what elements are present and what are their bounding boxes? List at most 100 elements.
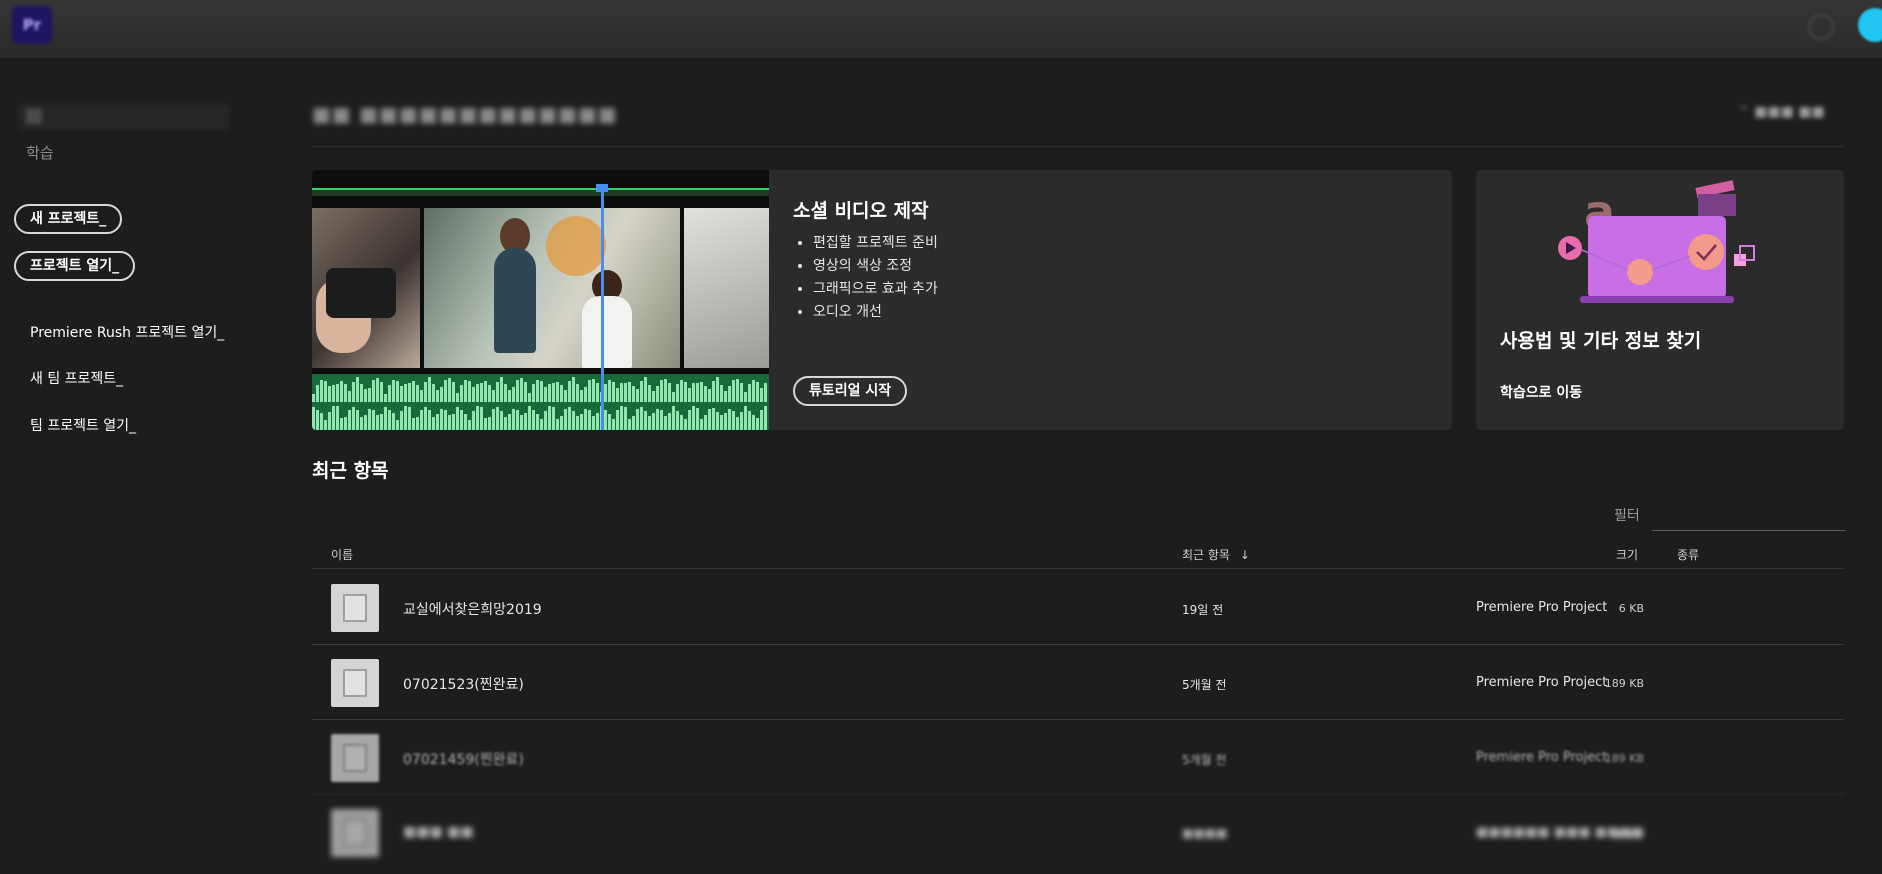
waveform-bar (708, 408, 711, 430)
waveform-bar (484, 418, 487, 430)
new-team-project-link[interactable]: 새 팀 프로젝트_ (30, 368, 123, 388)
waveform-bar (656, 386, 659, 402)
table-row[interactable]: 07021459(찐완료) 5개월 전 189 KB Premiere Pro … (312, 720, 1844, 795)
open-rush-project-link[interactable]: Premiere Rush 프로젝트 열기_ (30, 322, 224, 342)
search-icon[interactable] (1808, 14, 1834, 40)
waveform-bar (328, 385, 331, 402)
waveform-bar (584, 409, 587, 430)
column-header-kind[interactable]: 종류 (1677, 546, 1699, 563)
waveform-bar (664, 378, 667, 402)
waveform-bar (336, 406, 339, 430)
waveform-bar (716, 411, 719, 430)
waveform-bar (452, 413, 455, 430)
waveform-bar (344, 384, 347, 402)
waveform-bar (472, 411, 475, 430)
column-header-name[interactable]: 이름 (331, 546, 353, 563)
waveform-bar (676, 383, 679, 402)
sidebar-item-learn[interactable]: 학습 (26, 142, 54, 163)
waveform-bar (748, 383, 751, 402)
file-name-blurred: ■■■ ■■ (403, 824, 474, 840)
waveform-bar (444, 380, 447, 402)
waveform-bar (756, 382, 759, 402)
waveform-bar (504, 416, 507, 430)
audio-track (312, 374, 769, 430)
waveform-bar (616, 387, 619, 402)
file-thumbnail (331, 809, 379, 857)
waveform-bar (552, 407, 555, 430)
file-name: 교실에서찾은희망2019 (403, 602, 542, 618)
waveform-bar (416, 416, 419, 430)
waveform-bar (544, 410, 547, 430)
waveform-bar (620, 406, 623, 430)
waveform-bar (648, 415, 651, 430)
waveform-bar (564, 389, 567, 402)
waveform-bar (392, 380, 395, 402)
waveform-bar (692, 382, 695, 402)
waveform-bar (712, 380, 715, 402)
waveform-bar (404, 384, 407, 402)
waveform-bar (388, 384, 391, 402)
start-tutorial-button[interactable]: 튜토리얼 시작 (793, 376, 908, 406)
waveform-bar (528, 392, 531, 402)
waveform-bar (452, 381, 455, 402)
waveform-bar (584, 386, 587, 402)
new-project-button[interactable]: 새 프로젝트_ (14, 204, 123, 234)
waveform-bar (624, 407, 627, 430)
waveform-bar (656, 409, 659, 430)
table-row[interactable]: 07021523(찐완료) 5개월 전 189 KB Premiere Pro … (312, 645, 1844, 720)
waveform-bar (428, 377, 431, 402)
waveform-bar (688, 410, 691, 430)
waveform-bar (704, 386, 707, 402)
waveform-bar (456, 393, 459, 402)
waveform-bar (436, 389, 439, 402)
waveform-bar (764, 382, 767, 402)
waveform-bar (624, 382, 627, 402)
waveform-bar (424, 381, 427, 402)
waveform-bar (696, 407, 699, 430)
go-to-learn-link[interactable]: 학습으로 이동 (1500, 382, 1582, 402)
waveform-bar (552, 383, 555, 402)
column-header-recent[interactable]: 최근 항목 ↓ (1182, 546, 1250, 563)
waveform-bar (740, 412, 743, 430)
waveform-bar (412, 417, 415, 430)
tutorial-step: 오디오 개선 (813, 301, 938, 324)
column-header-size[interactable]: 크기 (1616, 546, 1638, 563)
waveform-bar (364, 414, 367, 430)
video-track (312, 188, 769, 196)
waveform-bar (576, 384, 579, 402)
document-icon (343, 819, 367, 847)
sidebar-item-home[interactable] (18, 104, 230, 130)
waveform-bar (348, 390, 351, 402)
premiere-logo-icon[interactable]: Pr (12, 6, 52, 44)
waveform-bar (500, 377, 503, 402)
waveform-bar (312, 406, 315, 430)
waveform-bar (704, 415, 707, 430)
waveform-bar (744, 405, 747, 430)
tutorial-title: 소셜 비디오 제작 (793, 200, 929, 222)
waveform-bar (372, 380, 375, 402)
table-row[interactable]: ■■■ ■■ ■■■■ ■■■ ■■■■■■ ■■■ ■■■■ (312, 795, 1844, 869)
waveform-bar (440, 409, 443, 430)
filter-input[interactable] (1652, 502, 1846, 531)
learn-card-title: 사용법 및 기타 정보 찾기 (1500, 330, 1702, 352)
collapse-toggle[interactable]: ⌃ ■■■ ■■ (1738, 104, 1825, 120)
waveform-bar (592, 415, 595, 430)
waveform-bar (644, 377, 647, 402)
waveform-bar (412, 381, 415, 402)
waveform-bar (504, 384, 507, 402)
header-divider (312, 568, 1844, 569)
waveform-bar (724, 413, 727, 430)
waveform-bar (720, 415, 723, 430)
waveform-bar (672, 392, 675, 402)
waveform-bar (560, 416, 563, 430)
table-row[interactable]: 교실에서찾은희망2019 19일 전 6 KB Premiere Pro Pro… (312, 570, 1844, 645)
waveform-bar (632, 415, 635, 430)
waveform-bar (752, 380, 755, 402)
waveform-bar (368, 387, 371, 402)
waveform-bar (456, 406, 459, 430)
video-clip (312, 208, 420, 368)
open-project-button[interactable]: 프로젝트 열기_ (14, 251, 136, 281)
avatar[interactable] (1858, 8, 1882, 42)
open-team-project-link[interactable]: 팀 프로젝트 열기_ (30, 415, 136, 435)
waveform-bar (640, 380, 643, 402)
